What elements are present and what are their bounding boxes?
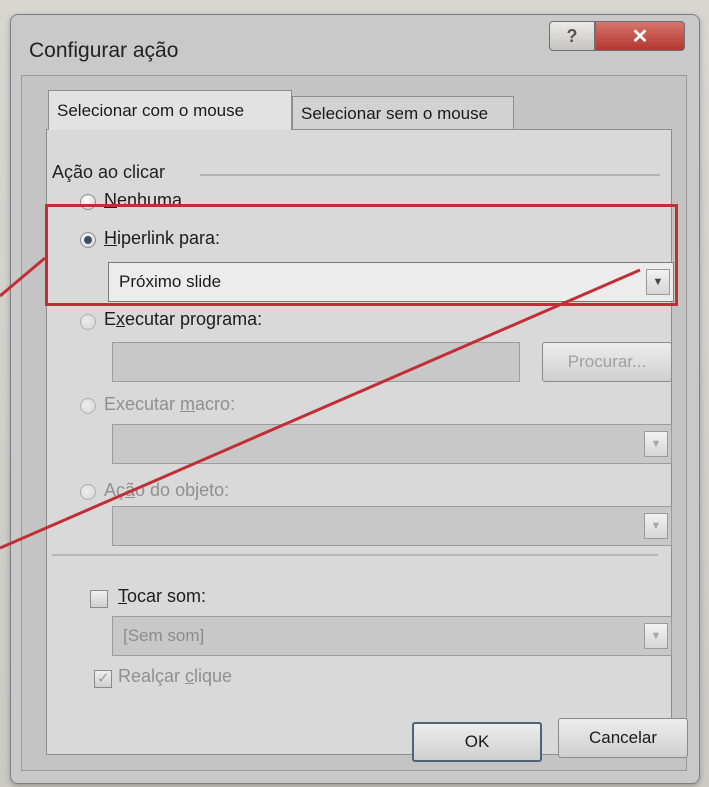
hyperlink-dropdown-button[interactable]: ▼ [646,269,670,295]
radio-none-label: Nenhuma [104,190,183,210]
radio-run-macro[interactable] [80,398,96,414]
radio-run-macro-label: Executar macro: [104,394,236,414]
hyperlink-target-select[interactable]: Próximo slide ▼ [108,262,674,302]
ok-button[interactable]: OK [412,722,542,762]
action-settings-dialog: Configurar ação ? ✕ Selecionar com o mou… [10,14,700,784]
dialog-body: Selecionar com o mouse Selecionar sem o … [21,75,688,771]
highlight-click-checkbox[interactable] [94,669,112,688]
browse-button[interactable]: Procurar... [542,342,672,382]
cancel-button[interactable]: Cancelar [558,718,688,758]
group-label-action-on-click: Ação ao clicar [52,162,166,182]
title-bar: Configurar ação ? ✕ [11,15,699,75]
chevron-down-icon: ▼ [650,438,662,450]
chevron-down-icon: ▼ [652,276,664,288]
highlight-click-label: Realçar clique [118,666,233,686]
close-button[interactable]: ✕ [595,21,685,51]
group-divider [200,174,660,176]
help-button[interactable]: ? [549,21,595,51]
tab-select-with-mouse[interactable]: Selecionar com o mouse [48,90,292,130]
radio-none[interactable] [80,194,96,210]
radio-object-action[interactable] [80,484,96,500]
macro-select[interactable]: ▼ [112,424,672,464]
hyperlink-target-value: Próximo slide [119,272,222,291]
radio-hyperlink[interactable] [80,232,96,248]
help-icon: ? [566,25,578,46]
sound-dropdown-button[interactable]: ▼ [644,623,668,649]
tab-select-without-mouse[interactable]: Selecionar sem o mouse [292,96,514,130]
play-sound-checkbox[interactable] [90,590,108,608]
dialog-title: Configurar ação [29,39,179,62]
play-sound-label: Tocar som: [118,586,207,606]
macro-dropdown-button[interactable]: ▼ [644,431,668,457]
chevron-down-icon: ▼ [650,520,662,532]
sound-value: [Sem som] [123,626,205,645]
radio-hyperlink-label: Hiperlink para: [104,228,221,248]
program-path-input[interactable] [112,342,520,382]
object-action-dropdown-button[interactable]: ▼ [644,513,668,539]
close-icon: ✕ [631,25,649,48]
radio-run-program-label: Executar programa: [104,309,263,329]
radio-run-program[interactable] [80,314,96,330]
sound-select[interactable]: [Sem som] ▼ [112,616,672,656]
chevron-down-icon: ▼ [650,630,662,642]
section-divider [52,554,658,556]
radio-object-action-label: Ação do objeto: [104,480,230,500]
object-action-select[interactable]: ▼ [112,506,672,546]
